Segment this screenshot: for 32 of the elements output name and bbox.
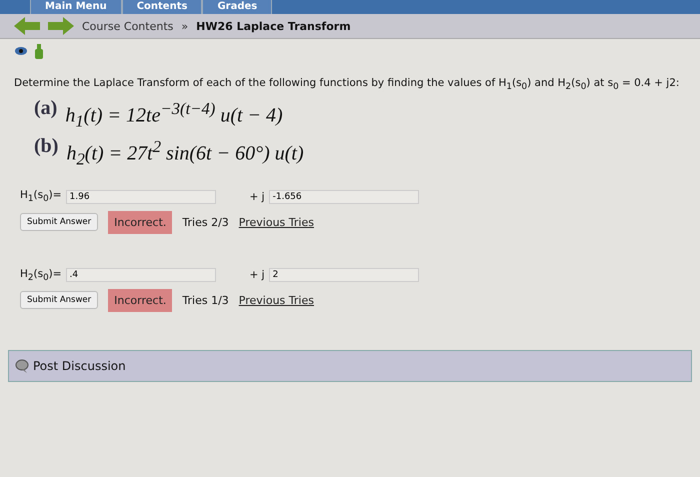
real-part-field[interactable]: .4 [66, 268, 216, 282]
previous-tries-link[interactable]: Previous Tries [238, 216, 314, 228]
forward-arrow-icon[interactable] [48, 17, 74, 35]
answer-label: H$_{1}$(s$_{0}$)= [20, 189, 62, 204]
page-title: HW26 Laplace Transform [196, 20, 351, 32]
nav-tab[interactable]: Main Menu [30, 0, 122, 14]
part-label: (b) [34, 134, 58, 159]
submit-answer-button[interactable]: Submit Answer [20, 291, 98, 310]
status-label: Incorrect. [108, 288, 172, 312]
formula: h$_{2}$(t) = 27t$^{2}$ sin(6t − 60°) u(t) [66, 136, 304, 170]
real-part-field[interactable]: 1.96 [66, 190, 216, 204]
imaginary-part-field[interactable]: -1.656 [268, 190, 419, 204]
discussion-bar[interactable]: Post Discussion [8, 350, 692, 382]
tries-count: Tries 1/3 [182, 294, 229, 307]
formula: h$_{1}$(t) = 12te$^{−3(t−4)}$ u(t − 4) [65, 98, 283, 133]
post-discussion-link[interactable]: Post Discussion [33, 358, 126, 373]
problem-statement: Determine the Laplace Transform of each of the following functions by finding the values of H$_{1}$(s$_{0}$) and H$_{2}$(s$_{0}$) at s$_{0}$ = 0.4 + j2: [14, 77, 680, 92]
previous-tries-link[interactable]: Previous Tries [238, 294, 314, 307]
nav-tab[interactable]: Contents [122, 0, 202, 14]
status-label: Incorrect. [108, 210, 172, 234]
answer-label: H$_{2}$(s$_{0}$)= [20, 268, 62, 283]
breadcrumb-separator: » [181, 20, 188, 32]
part-label: (a) [34, 96, 58, 122]
tries-count: Tries 2/3 [182, 216, 229, 228]
submit-answer-button[interactable]: Submit Answer [20, 213, 98, 231]
speech-bubble-icon [15, 358, 29, 374]
breadcrumb-link[interactable]: Course Contents [82, 20, 174, 32]
nav-tab[interactable]: Grades [202, 0, 272, 14]
imaginary-label: + j [250, 269, 265, 282]
imaginary-part-field[interactable]: 2 [268, 268, 419, 282]
imaginary-label: + j [250, 190, 265, 203]
back-arrow-icon[interactable] [14, 17, 40, 35]
